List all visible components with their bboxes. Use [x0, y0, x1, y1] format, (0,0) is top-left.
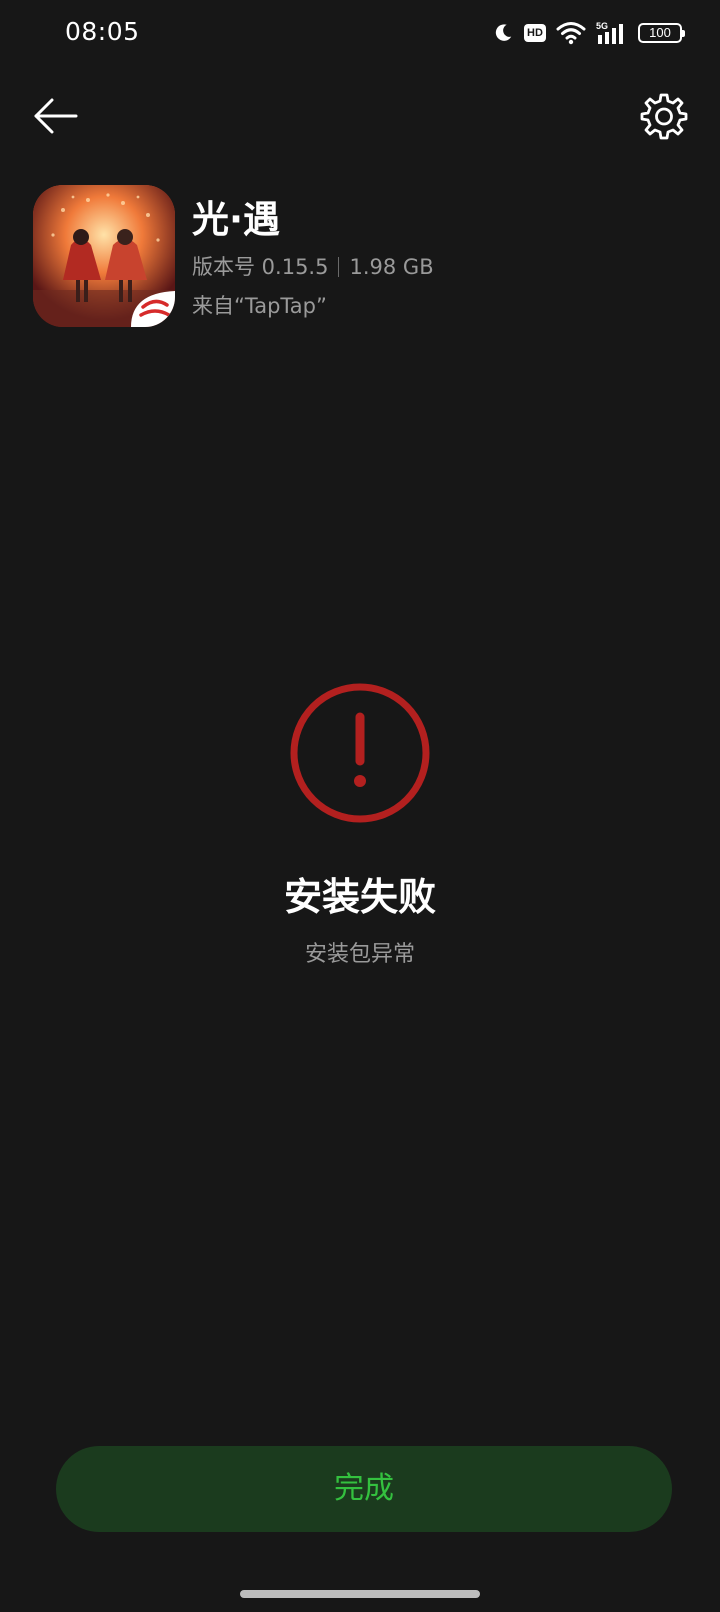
status-bar: 08:05 HD 5G 100: [0, 0, 720, 66]
error-status: [288, 681, 432, 825]
app-size: 1.98 GB: [349, 255, 434, 279]
battery-icon: 100: [638, 23, 685, 43]
install-status-description: 安装包异常: [304, 942, 415, 967]
cellular-signal-icon: 5G: [596, 21, 623, 44]
app-icon: [33, 185, 175, 327]
network-type-label: 5G: [596, 21, 608, 31]
app-name: 光·遇: [192, 198, 281, 241]
status-icons: HD 5G 100: [492, 18, 685, 48]
moon-icon: [495, 24, 512, 41]
status-time: 08:05: [65, 17, 140, 46]
install-status-title: 安装失败: [283, 875, 436, 919]
sky-game-icon: [33, 185, 175, 327]
exclamation-circle-icon: [290, 683, 430, 823]
meta-divider: [338, 257, 340, 277]
app-source: 来自“TapTap”: [192, 294, 327, 318]
back-button[interactable]: [30, 90, 82, 142]
done-button[interactable]: 完成: [56, 1446, 672, 1532]
gear-icon: [640, 93, 688, 140]
arrow-left-icon: [34, 98, 78, 134]
hd-badge: HD: [524, 24, 546, 42]
settings-button[interactable]: [638, 90, 690, 142]
wifi-icon: [556, 22, 586, 45]
home-indicator[interactable]: [240, 1590, 480, 1598]
app-meta: 版本号 0.15.5 1.98 GB: [192, 252, 434, 282]
app-version: 版本号 0.15.5: [192, 255, 329, 279]
